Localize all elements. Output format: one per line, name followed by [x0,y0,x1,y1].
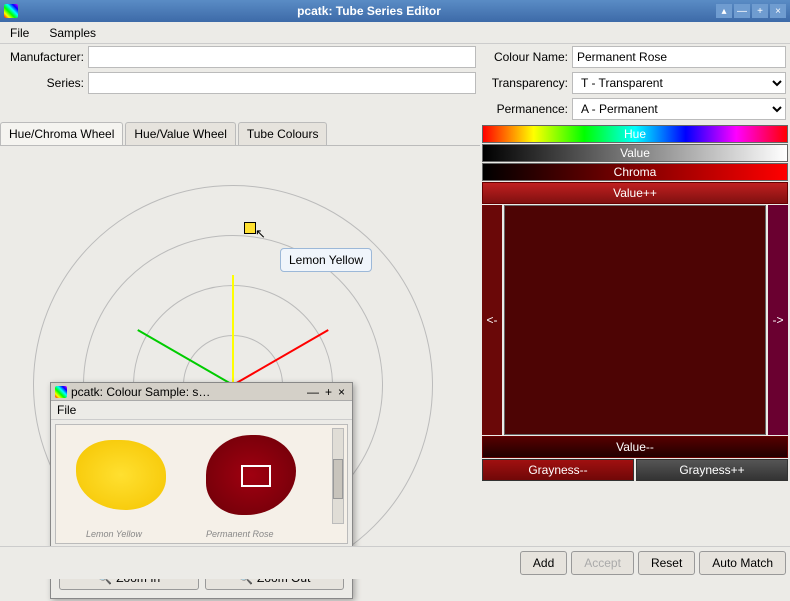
app-icon [4,4,18,18]
value-minus-button[interactable]: Value-- [482,436,788,458]
sample-image[interactable]: Lemon Yellow Permanent Rose [55,424,348,544]
hue-right-button[interactable]: -> [768,205,788,435]
reset-button[interactable]: Reset [638,551,695,575]
menu-file[interactable]: File [4,24,35,42]
add-button[interactable]: Add [520,551,567,575]
hue-slider[interactable]: Hue [482,125,788,143]
shade-button[interactable]: ▴ [716,4,732,18]
dialog-titlebar[interactable]: pcatk: Colour Sample: s… — + × [51,383,352,401]
dialog-app-icon [55,386,67,398]
dialog-title-text: pcatk: Colour Sample: s… [71,385,304,399]
permanence-select[interactable]: A - Permanent [572,98,786,120]
dialog-close-icon[interactable]: × [338,385,345,399]
close-button[interactable]: × [770,4,786,18]
sample-vscroll[interactable] [332,428,344,524]
sample-label-2: Permanent Rose [206,529,274,539]
cursor-icon: ↖ [255,226,266,242]
bottom-toolbar: Add Accept Reset Auto Match [0,546,790,579]
tab-hue-chroma[interactable]: Hue/Chroma Wheel [0,122,123,145]
chroma-slider[interactable]: Chroma [482,163,788,181]
colour-name-input[interactable] [572,46,786,68]
dialog-min-icon[interactable]: — [307,385,319,399]
manufacturer-label: Manufacturer: [4,50,84,64]
menu-samples[interactable]: Samples [43,24,102,42]
tab-tube-colours[interactable]: Tube Colours [238,122,328,145]
dialog-menu-file[interactable]: File [57,403,76,417]
grayness-minus-button[interactable]: Grayness-- [482,459,634,481]
yellow-swatch [76,440,166,510]
sample-label-1: Lemon Yellow [86,529,142,539]
accept-button: Accept [571,551,634,575]
menubar: File Samples [0,22,790,44]
series-label: Series: [4,76,84,90]
tooltip-lemon-yellow: Lemon Yellow [280,248,372,272]
grayness-plus-button[interactable]: Grayness++ [636,459,788,481]
left-pane: Hue/Chroma Wheel Hue/Value Wheel Tube Co… [0,122,480,601]
maximize-button[interactable]: + [752,4,768,18]
right-pane: Hue Value Chroma Value++ <- -> Value-- G… [480,122,790,601]
window-title: pcatk: Tube Series Editor [24,4,714,18]
transparency-select[interactable]: T - Transparent [572,72,786,94]
minimize-button[interactable]: — [734,4,750,18]
series-input[interactable] [88,72,476,94]
titlebar[interactable]: pcatk: Tube Series Editor ▴ — + × [0,0,790,22]
value-plus-button[interactable]: Value++ [482,182,788,204]
value-slider[interactable]: Value [482,144,788,162]
auto-match-button[interactable]: Auto Match [699,551,786,575]
tabs: Hue/Chroma Wheel Hue/Value Wheel Tube Co… [0,122,480,146]
transparency-label: Transparency: [484,76,568,90]
tab-hue-value[interactable]: Hue/Value Wheel [125,122,236,145]
colour-name-label: Colour Name: [484,50,568,64]
colour-swatch [504,205,766,435]
sample-selection-box[interactable] [241,465,271,487]
dialog-max-icon[interactable]: + [325,385,332,399]
manufacturer-input[interactable] [88,46,476,68]
permanence-label: Permanence: [484,102,568,116]
hue-left-button[interactable]: <- [482,205,502,435]
